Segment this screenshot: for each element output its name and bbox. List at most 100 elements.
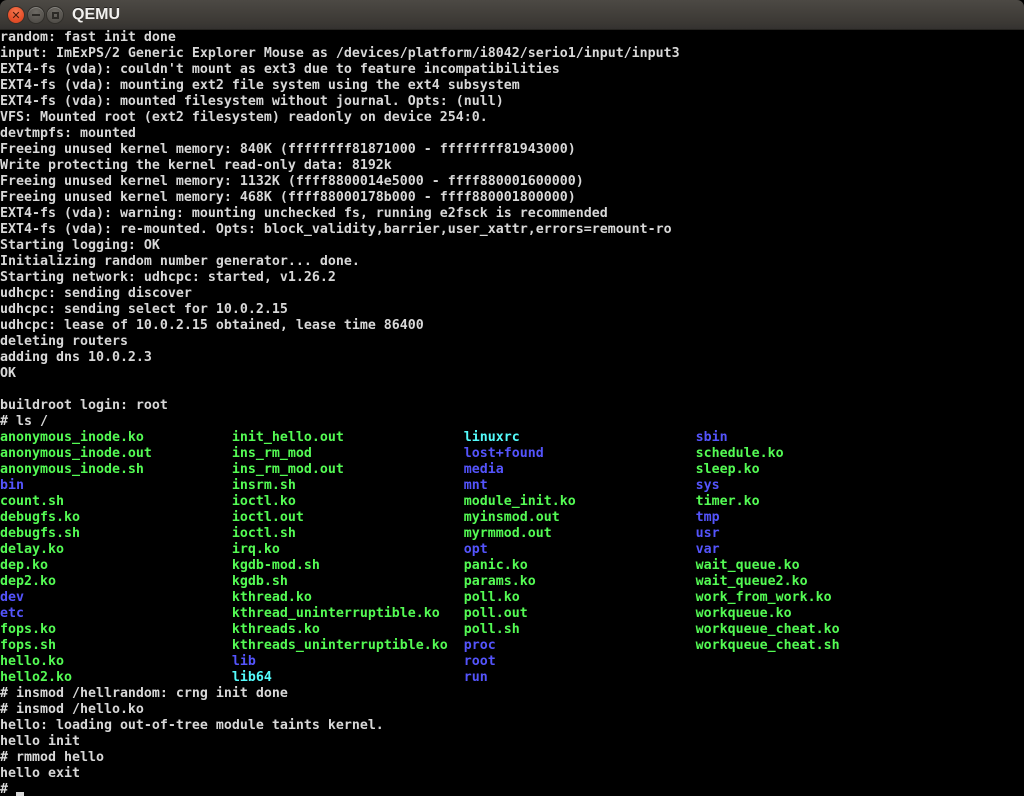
maximize-icon [52,12,59,19]
console-text: udhcpc: sending discover [0,286,192,301]
file-entry: lib [232,654,464,669]
console-line: EXT4-fs (vda): mounting ext2 file system… [0,78,1024,94]
console-line: adding dns 10.0.2.3 [0,350,1024,366]
console-line: EXT4-fs (vda): warning: mounting uncheck… [0,206,1024,222]
file-entry: media [464,462,696,477]
console-line: VFS: Mounted root (ext2 filesystem) read… [0,110,1024,126]
console-text: # insmod /hellrandom: crng init done [0,686,288,701]
console-line: EXT4-fs (vda): mounted filesystem withou… [0,94,1024,110]
console-line: hello: loading out-of-tree module taints… [0,718,1024,734]
console-output: random: fast init doneinput: ImExPS/2 Ge… [0,30,1024,796]
file-entry: fops.sh [0,638,232,653]
console-line: udhcpc: sending select for 10.0.2.15 [0,302,1024,318]
file-entry: anonymous_inode.ko [0,430,232,445]
console-line: dep.ko kgdb-mod.sh panic.ko wait_queue.k… [0,558,1024,574]
file-entry: kthread_uninterruptible.ko [232,606,464,621]
file-entry: ioctl.sh [232,526,464,541]
console-line: udhcpc: lease of 10.0.2.15 obtained, lea… [0,318,1024,334]
file-entry: var [696,542,928,557]
file-entry: hello2.ko [0,670,232,685]
file-entry: opt [464,542,696,557]
file-entry: sbin [696,430,928,445]
console-line: random: fast init done [0,30,1024,46]
file-entry: etc [0,606,232,621]
file-entry: dep2.ko [0,574,232,589]
console-line: Freeing unused kernel memory: 468K (ffff… [0,190,1024,206]
minimize-button[interactable] [27,6,45,24]
close-button[interactable]: ✕ [7,6,25,24]
console-text: hello exit [0,766,80,781]
console-text: # insmod /hello.ko [0,702,144,717]
console-line: deleting routers [0,334,1024,350]
console-line: debugfs.sh ioctl.sh myrmmod.out usr [0,526,1024,542]
console-text: input: ImExPS/2 Generic Explorer Mouse a… [0,46,680,61]
console-line: fops.ko kthreads.ko poll.sh workqueue_ch… [0,622,1024,638]
console-line: dep2.ko kgdb.sh params.ko wait_queue2.ko [0,574,1024,590]
console-line: anonymous_inode.ko init_hello.out linuxr… [0,430,1024,446]
file-entry: workqueue_cheat.ko [696,622,928,637]
file-entry: kthread.ko [232,590,464,605]
console-line: # insmod /hello.ko [0,702,1024,718]
maximize-button[interactable] [46,6,64,24]
console-text: devtmpfs: mounted [0,126,136,141]
file-entry: usr [696,526,928,541]
console-line: udhcpc: sending discover [0,286,1024,302]
close-icon: ✕ [11,10,20,21]
file-entry: poll.out [464,606,696,621]
console-text: adding dns 10.0.2.3 [0,350,152,365]
console-text: udhcpc: lease of 10.0.2.15 obtained, lea… [0,318,424,333]
console-line: Initializing random number generator... … [0,254,1024,270]
file-entry: sleep.ko [696,462,928,477]
console-text: EXT4-fs (vda): re-mounted. Opts: block_v… [0,222,672,237]
file-entry: ioctl.out [232,510,464,525]
file-entry: schedule.ko [696,446,928,461]
file-entry: poll.sh [464,622,696,637]
console-text: buildroot login: root [0,398,168,413]
file-entry: kthreads.ko [232,622,464,637]
console-line: # ls / [0,414,1024,430]
console-line: EXT4-fs (vda): couldn't mount as ext3 du… [0,62,1024,78]
file-entry: run [464,670,696,685]
console-text: deleting routers [0,334,128,349]
file-entry: anonymous_inode.sh [0,462,232,477]
file-entry: delay.ko [0,542,232,557]
console-text: EXT4-fs (vda): couldn't mount as ext3 du… [0,62,560,77]
file-entry: hello.ko [0,654,232,669]
console-line: hello.ko lib root [0,654,1024,670]
file-entry: bin [0,478,232,493]
console-text: Write protecting the kernel read-only da… [0,158,392,173]
console-text: Freeing unused kernel memory: 840K (ffff… [0,142,576,157]
console-text: udhcpc: sending select for 10.0.2.15 [0,302,288,317]
file-entry: lost+found [464,446,696,461]
file-entry: params.ko [464,574,696,589]
file-entry: dev [0,590,232,605]
file-entry: myrmmod.out [464,526,696,541]
file-entry: irq.ko [232,542,464,557]
console-line: Starting logging: OK [0,238,1024,254]
console-line: hello init [0,734,1024,750]
console-line: anonymous_inode.sh ins_rm_mod.out media … [0,462,1024,478]
console-text: Starting network: udhcpc: started, v1.26… [0,270,336,285]
console-line: etc kthread_uninterruptible.ko poll.out … [0,606,1024,622]
console-line: # rmmod hello [0,750,1024,766]
console-text: Freeing unused kernel memory: 1132K (fff… [0,174,584,189]
file-entry: sys [696,478,928,493]
console-line: Freeing unused kernel memory: 1132K (fff… [0,174,1024,190]
file-entry: ins_rm_mod [232,446,464,461]
file-entry: kgdb.sh [232,574,464,589]
console-text: Starting logging: OK [0,238,160,253]
file-entry: debugfs.sh [0,526,232,541]
file-entry: linuxrc [464,430,696,445]
console-line: count.sh ioctl.ko module_init.ko timer.k… [0,494,1024,510]
console-line: dev kthread.ko poll.ko work_from_work.ko [0,590,1024,606]
file-entry: ioctl.ko [232,494,464,509]
file-entry: wait_queue.ko [696,558,928,573]
file-entry: init_hello.out [232,430,464,445]
console-line: buildroot login: root [0,398,1024,414]
console-line: bin insrm.sh mnt sys [0,478,1024,494]
console-line: debugfs.ko ioctl.out myinsmod.out tmp [0,510,1024,526]
minimize-icon [32,14,40,16]
file-entry: debugfs.ko [0,510,232,525]
file-entry: ins_rm_mod.out [232,462,464,477]
text-cursor [16,792,24,796]
